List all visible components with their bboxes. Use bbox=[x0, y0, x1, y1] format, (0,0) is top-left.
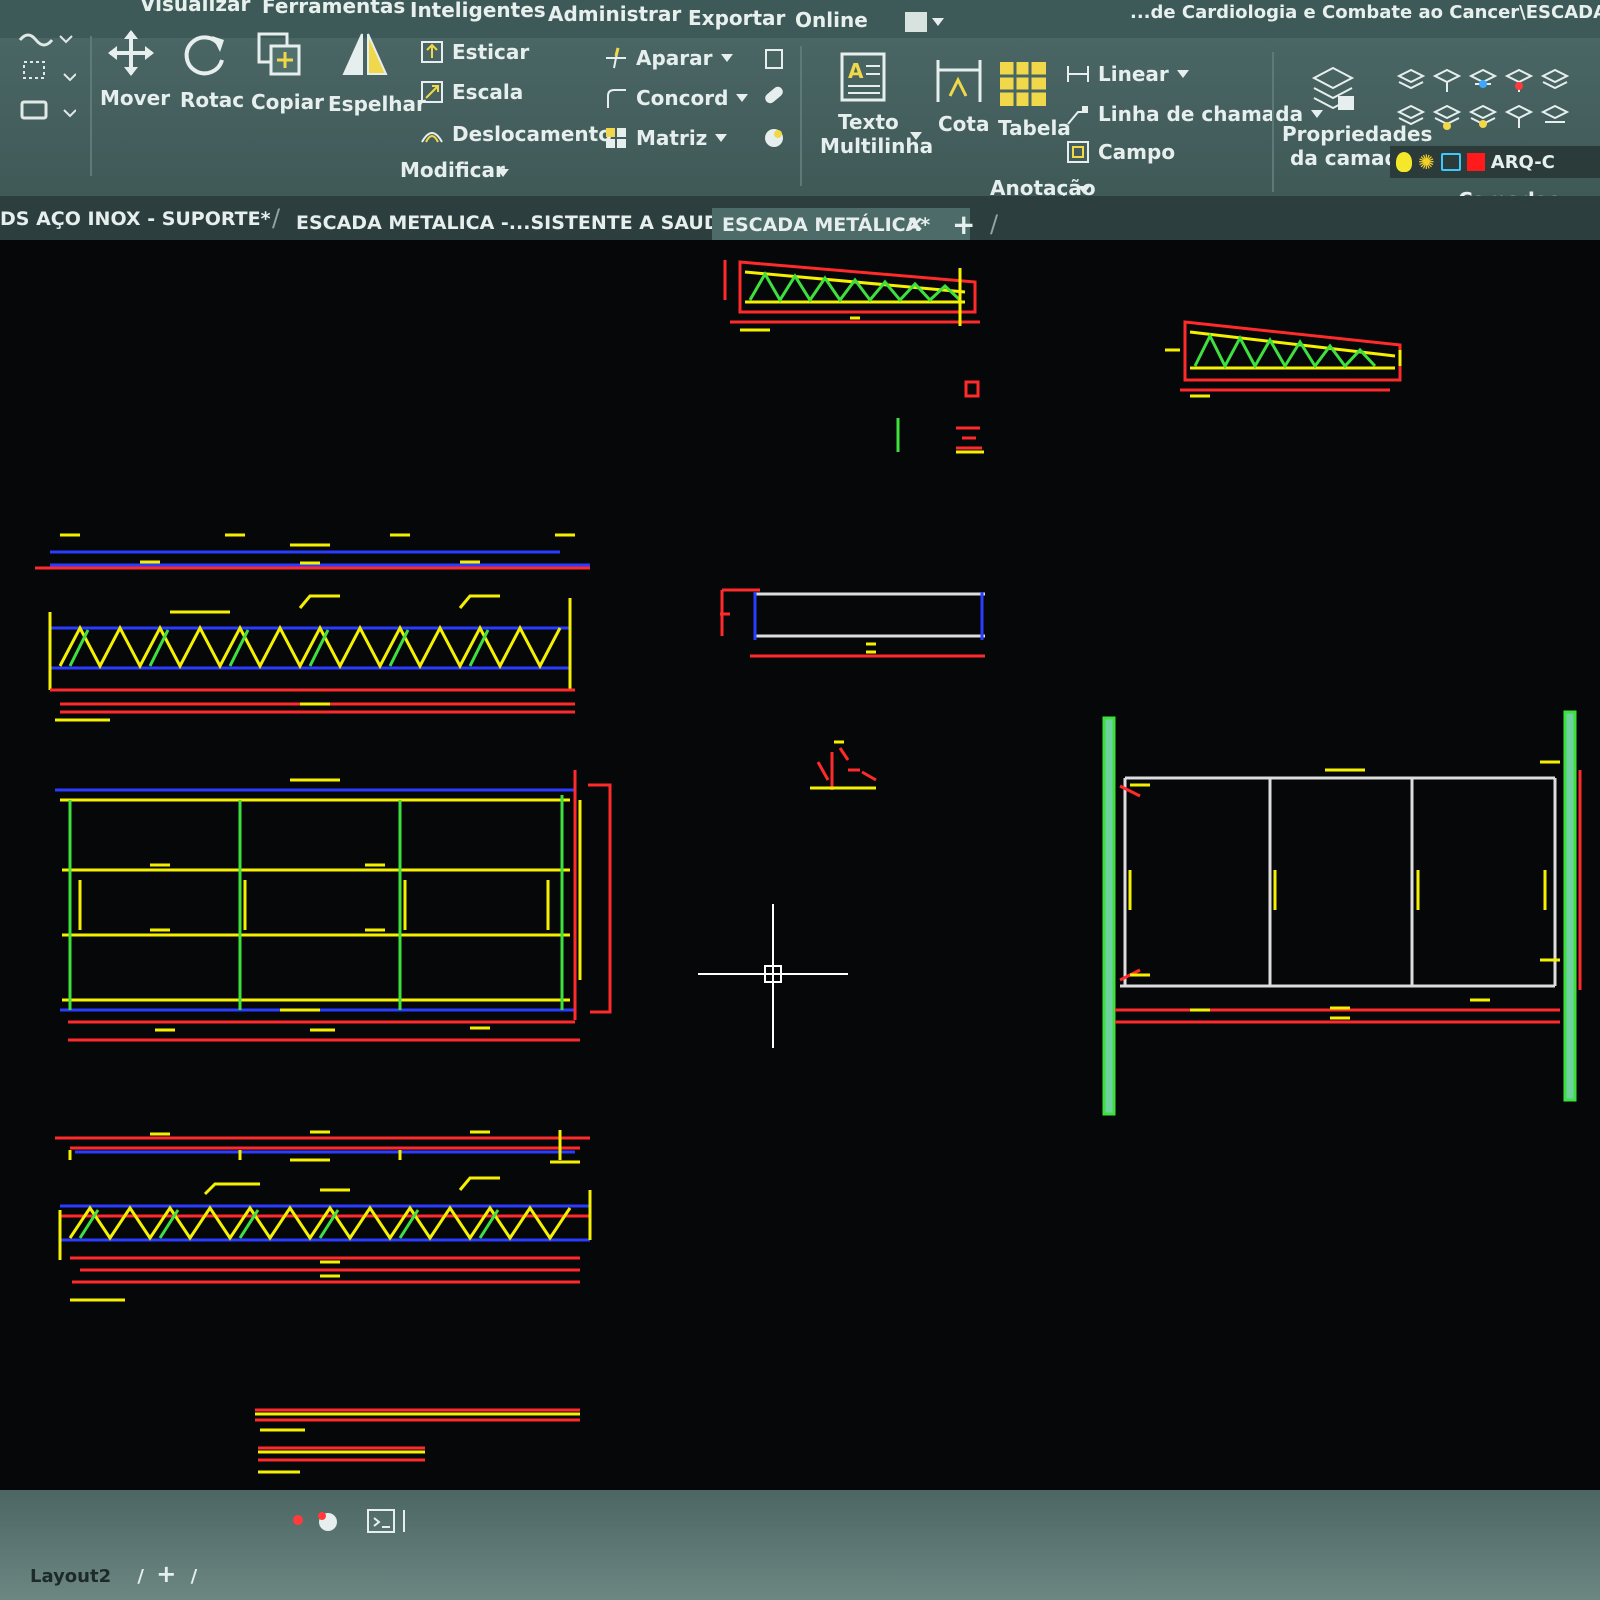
modify-panel-title[interactable]: Modificar bbox=[400, 158, 505, 182]
array-icon bbox=[606, 128, 626, 148]
tab-divider: / bbox=[272, 204, 281, 232]
doc-tab-aco-inox[interactable]: DS AÇO INOX - SUPORTE* bbox=[0, 202, 281, 236]
tab-divider: / bbox=[190, 1566, 198, 1587]
fillet-button[interactable]: Concord bbox=[604, 86, 749, 110]
command-line-icons[interactable] bbox=[290, 1508, 410, 1538]
trim-button[interactable]: Aparar bbox=[604, 46, 733, 70]
handrail-bottom-left bbox=[55, 1130, 590, 1164]
copy-button[interactable]: Copiar bbox=[251, 90, 324, 114]
tab-divider: / bbox=[137, 1566, 144, 1587]
linear-dimension-icon bbox=[1067, 66, 1089, 82]
doc-tab-escada-metalica-saude[interactable]: ESCADA METALICA -...SISTENTE A SAUDE* bbox=[286, 206, 753, 240]
table-button[interactable]: Tabela bbox=[998, 116, 1071, 140]
mtext-label-1[interactable]: Texto bbox=[838, 110, 899, 134]
tab-administrar[interactable]: Administrar bbox=[548, 2, 681, 26]
current-layer-name: ARQ-C bbox=[1490, 151, 1555, 173]
mirror-icon[interactable] bbox=[340, 30, 390, 80]
rotate-icon[interactable] bbox=[180, 28, 230, 78]
truss-elevation-left-2 bbox=[58, 1176, 592, 1302]
document-tab-bar: DS AÇO INOX - SUPORTE* / ESCADA METALICA… bbox=[0, 196, 1600, 242]
stretch-icon bbox=[421, 41, 443, 63]
layer-color-swatch bbox=[1466, 153, 1485, 171]
drawing-canvas[interactable] bbox=[0, 240, 1600, 1510]
truss-elevation-right bbox=[1165, 320, 1402, 398]
chevron-down-icon[interactable] bbox=[1176, 70, 1189, 78]
tab-divider: / bbox=[990, 210, 999, 238]
offset-icon bbox=[421, 132, 443, 143]
close-tab-icon[interactable]: × bbox=[906, 212, 924, 237]
chevron-down-icon[interactable] bbox=[1078, 186, 1090, 194]
cad-drawing bbox=[35, 260, 1582, 1474]
detail-marks bbox=[810, 380, 984, 790]
crosshair-cursor bbox=[698, 904, 848, 1048]
table-icon[interactable] bbox=[998, 60, 1048, 110]
move-button[interactable]: Mover bbox=[100, 86, 170, 110]
frame-detail-center bbox=[720, 588, 985, 658]
new-tab-icon[interactable]: + bbox=[952, 208, 975, 241]
tab-inteligentes[interactable]: Inteligentes bbox=[410, 0, 546, 22]
multiline-text-icon[interactable]: A bbox=[838, 52, 888, 102]
ribbon: Mover Rotac Copiar Espelhar Esticar Esca… bbox=[0, 30, 1600, 212]
sun-icon[interactable]: ✺ bbox=[1418, 150, 1435, 174]
chevron-down-icon[interactable] bbox=[720, 54, 733, 62]
chevron-down-icon[interactable] bbox=[932, 18, 944, 26]
dimension-icon[interactable] bbox=[934, 56, 984, 106]
fillet-icon bbox=[607, 89, 626, 108]
offset-button[interactable]: Deslocamento bbox=[420, 122, 612, 146]
chevron-down-icon[interactable] bbox=[715, 134, 728, 142]
svg-text:A: A bbox=[848, 59, 864, 83]
chevron-down-icon[interactable] bbox=[497, 169, 509, 177]
field-button[interactable]: Campo bbox=[1066, 140, 1175, 164]
chevron-down-icon[interactable] bbox=[910, 132, 922, 140]
layer-properties-icon[interactable] bbox=[1308, 64, 1358, 114]
truss-elevation-left-1 bbox=[48, 594, 575, 722]
dimension-button[interactable]: Cota bbox=[938, 112, 989, 136]
add-layout-icon[interactable]: + bbox=[156, 1560, 176, 1588]
mirror-button[interactable]: Espelhar bbox=[328, 92, 426, 116]
leader-icon bbox=[1067, 106, 1088, 125]
scale-button[interactable]: Escala bbox=[420, 80, 523, 104]
tab-online[interactable]: Online bbox=[795, 8, 868, 32]
layout-tab-bar: Layout2 / + / bbox=[20, 1560, 197, 1588]
tab-visualizar[interactable]: Visualizar bbox=[140, 0, 250, 16]
beams-bottom bbox=[255, 1408, 580, 1474]
layer-dropdown[interactable]: ✺ ARQ-C bbox=[1390, 146, 1600, 178]
frame-elevation-right bbox=[1102, 710, 1582, 1116]
layer-on-bulb-icon[interactable] bbox=[1396, 152, 1412, 172]
layout-tab[interactable]: Layout2 bbox=[30, 1566, 111, 1587]
doc-tab-escada-metalica[interactable]: ESCADA METÁLICA* bbox=[712, 208, 971, 242]
stair-plan-left bbox=[55, 770, 612, 1042]
stretch-button[interactable]: Esticar bbox=[420, 40, 529, 64]
field-icon bbox=[1067, 141, 1089, 163]
tab-ferramentas[interactable]: Ferramentas bbox=[262, 0, 405, 18]
scale-icon bbox=[421, 81, 443, 103]
truss-elevation-top bbox=[723, 260, 980, 332]
ribbon-tab-bar: Visualizar Ferramentas Inteligentes Admi… bbox=[0, 0, 1600, 38]
ribbon-minimize-icon[interactable] bbox=[905, 12, 927, 32]
rotate-button[interactable]: Rotac bbox=[180, 88, 244, 112]
draw-tools-icon[interactable] bbox=[16, 26, 76, 136]
move-icon[interactable] bbox=[106, 28, 156, 78]
array-button[interactable]: Matriz bbox=[604, 126, 728, 150]
copy-icon[interactable] bbox=[255, 30, 305, 80]
modify-extra-icons[interactable] bbox=[760, 46, 790, 156]
layer-tools-icons[interactable] bbox=[1395, 66, 1600, 146]
lock-icon[interactable] bbox=[1440, 153, 1461, 171]
status-bar bbox=[0, 1490, 1600, 1600]
linear-dimension-button[interactable]: Linear bbox=[1066, 62, 1189, 86]
document-path: ...de Cardiologia e Combate ao Cancer\ES… bbox=[1130, 2, 1600, 23]
handrail-top-left bbox=[35, 533, 590, 570]
tab-exportar[interactable]: Exportar bbox=[688, 6, 785, 30]
chevron-down-icon[interactable] bbox=[736, 94, 749, 102]
trim-icon bbox=[606, 47, 626, 69]
